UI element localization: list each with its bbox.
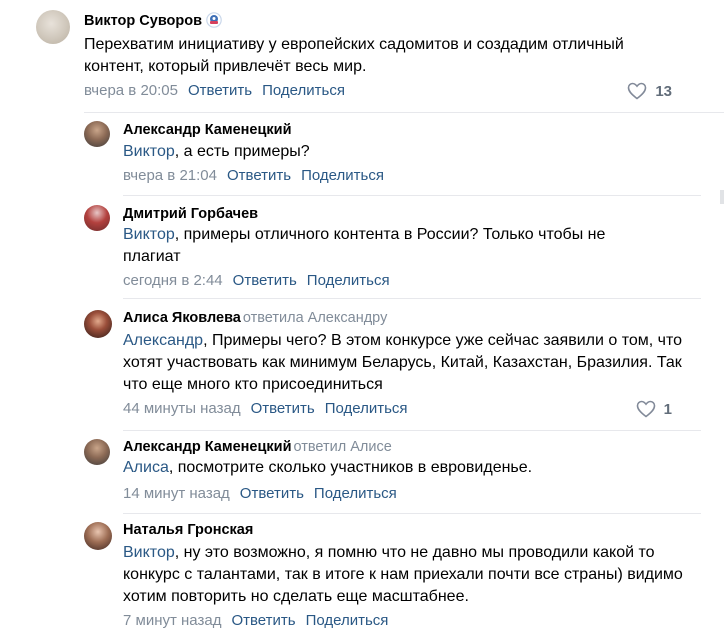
comment-meta: 14 минут назад Ответить Поделиться	[123, 485, 407, 502]
comment-text: Перехватим инициативу у европейских садо…	[84, 36, 624, 75]
mention-link[interactable]: Виктор	[123, 544, 175, 561]
comment-author[interactable]: Дмитрий Горбачев	[123, 206, 258, 222]
share-button[interactable]: Поделиться	[314, 485, 397, 502]
mention-link[interactable]: Виктор	[123, 226, 175, 243]
share-button[interactable]: Поделиться	[307, 272, 390, 289]
avatar[interactable]	[84, 310, 112, 338]
comment-time[interactable]: вчера в 20:05	[84, 82, 178, 99]
author-name[interactable]: Александр Каменецкий	[123, 122, 291, 138]
share-button[interactable]: Поделиться	[325, 400, 408, 417]
comment-meta: вчера в 20:05 Ответить Поделиться	[84, 82, 355, 99]
heart-icon	[627, 82, 647, 100]
reply-button[interactable]: Ответить	[227, 167, 291, 184]
share-button[interactable]: Поделиться	[306, 612, 389, 629]
reply-button[interactable]: Ответить	[233, 272, 297, 289]
comment-author[interactable]: Александр Каменецкий	[123, 122, 291, 138]
reply-button[interactable]: Ответить	[231, 612, 295, 629]
like-count: 13	[655, 82, 672, 100]
author-name[interactable]: Дмитрий Горбачев	[123, 206, 258, 222]
comment-time[interactable]: сегодня в 2:44	[123, 272, 223, 289]
scrollbar-thumb[interactable]	[720, 190, 724, 204]
comment-text: Александр, Примеры чего? В этом конкурсе…	[123, 332, 683, 393]
comment-time[interactable]: 7 минут назад	[123, 612, 221, 629]
comment-meta: вчера в 21:04 Ответить Поделиться	[123, 167, 394, 184]
reply-button[interactable]: Ответить	[188, 82, 252, 99]
avatar[interactable]	[84, 121, 110, 147]
comment-1: Александр Каменецкий Виктор, а есть прим…	[0, 113, 724, 193]
author-name[interactable]: Александр Каменецкий	[123, 439, 291, 455]
verified-icon	[206, 12, 222, 32]
comment-author[interactable]: Алиса Яковлева ответила Александру	[123, 310, 387, 326]
author-name[interactable]: Наталья Гронская	[123, 522, 253, 538]
reply-button[interactable]: Ответить	[240, 485, 304, 502]
like-count: 1	[663, 400, 672, 418]
author-name[interactable]: Виктор Суворов	[84, 13, 202, 29]
share-button[interactable]: Поделиться	[301, 167, 384, 184]
comment-5: Наталья Гронская Виктор, ну это возможно…	[0, 514, 724, 636]
comment-time[interactable]: 44 минуты назад	[123, 400, 241, 417]
comment-text: Виктор, а есть примеры?	[123, 143, 310, 160]
comment-meta: 44 минуты назад Ответить Поделиться	[123, 400, 418, 417]
author-name[interactable]: Алиса Яковлева	[123, 310, 241, 326]
comment-2: Дмитрий Горбачев Виктор, примеры отлично…	[0, 196, 724, 296]
comment-author[interactable]: Александр Каменецкий ответил Алисе	[123, 439, 392, 455]
comment-text: Виктор, ну это возможно, я помню что не …	[123, 544, 683, 605]
comment-4: Александр Каменецкий ответил Алисе Алиса,…	[0, 431, 724, 511]
comment-3: Алиса Яковлева ответила Александру Алекса…	[0, 299, 724, 429]
mention-link[interactable]: Виктор	[123, 143, 175, 160]
replied-to[interactable]: ответил Алисе	[293, 439, 391, 455]
comment-author[interactable]: Наталья Гронская	[123, 522, 253, 538]
mention-link[interactable]: Александр	[123, 332, 203, 349]
avatar[interactable]	[84, 205, 110, 231]
comment-meta: сегодня в 2:44 Ответить Поделиться	[123, 272, 400, 289]
comment-0: Виктор Суворов Перехватим инициативу у е…	[0, 0, 724, 110]
comment-time[interactable]: 14 минут назад	[123, 485, 230, 502]
comment-text: Алиса, посмотрите сколько участников в е…	[123, 459, 533, 476]
avatar[interactable]	[84, 439, 110, 465]
comment-time[interactable]: вчера в 21:04	[123, 167, 217, 184]
like-button[interactable]: 1	[636, 400, 672, 418]
heart-icon	[636, 400, 656, 418]
comment-meta: 7 минут назад Ответить Поделиться	[123, 612, 398, 629]
comment-author[interactable]: Виктор Суворов	[84, 12, 222, 32]
share-button[interactable]: Поделиться	[262, 82, 345, 99]
comment-text: Виктор, примеры отличного контента в Рос…	[123, 226, 606, 265]
reply-button[interactable]: Ответить	[251, 400, 315, 417]
like-button[interactable]: 13	[627, 82, 672, 100]
avatar[interactable]	[36, 10, 70, 44]
mention-link[interactable]: Алиса	[123, 459, 169, 476]
replied-to[interactable]: ответила Александру	[243, 310, 387, 326]
avatar[interactable]	[84, 522, 112, 550]
